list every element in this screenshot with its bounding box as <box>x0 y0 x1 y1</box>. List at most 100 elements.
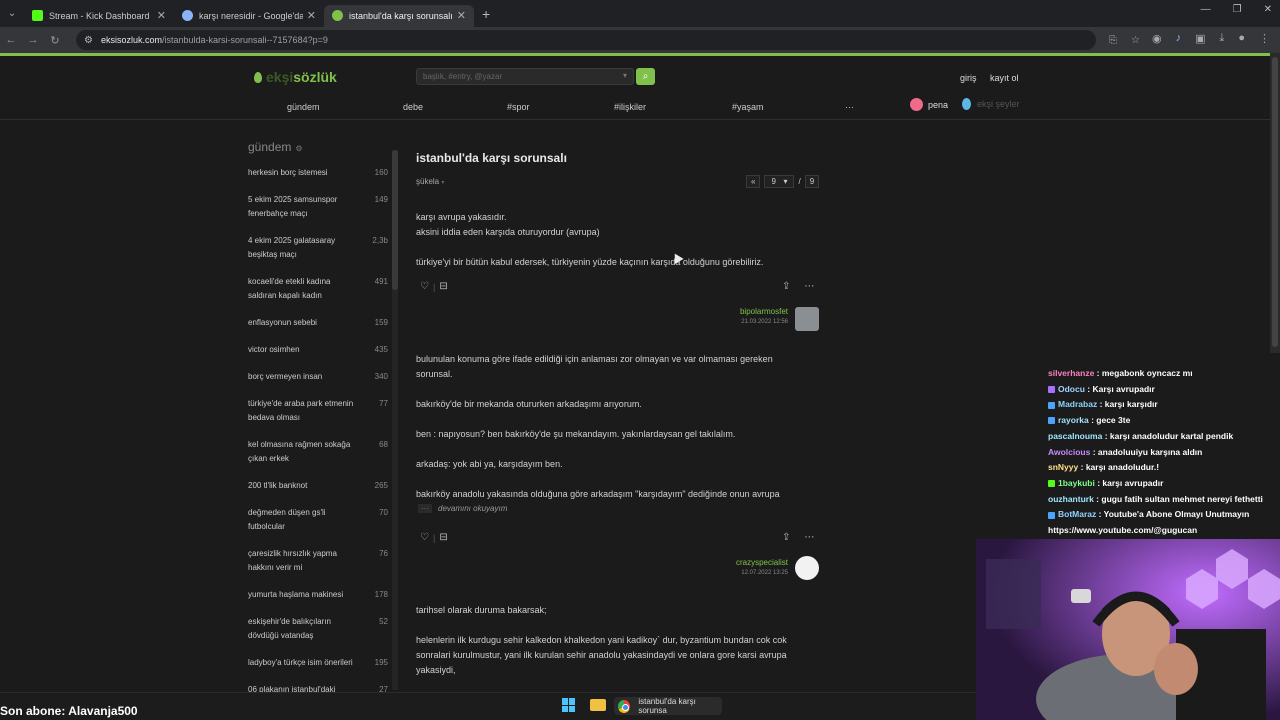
author-name[interactable]: bipolarmosfet <box>648 307 788 316</box>
dislike-icon[interactable]: ⊟ <box>439 281 447 292</box>
extension-icon[interactable]: ◉ <box>1152 32 1162 45</box>
heart-icon[interactable]: ♡ <box>420 281 429 292</box>
sidebar-topic-item[interactable]: 200 tl'lik banknot 265 <box>248 479 388 493</box>
audio-icon[interactable]: ♪ <box>1176 32 1182 45</box>
close-window-icon[interactable]: ✕ <box>1264 4 1272 15</box>
nav-iliskiler[interactable]: #ilişkiler <box>614 102 646 112</box>
entry-line: aksini iddia eden karşıda oturuyordur (a… <box>416 227 600 237</box>
sidebar-topic-item[interactable]: çaresizlik hırsızlık yapma hakkını verir… <box>248 547 388 575</box>
page-scrollbar[interactable] <box>1270 53 1280 353</box>
screen: ⌄ Stream - Kick Dashboard ✕ karşı neresi… <box>0 0 1280 720</box>
dislike-icon[interactable]: ⊟ <box>439 532 447 543</box>
minimize-icon[interactable]: — <box>1201 4 1211 15</box>
sidebar-topic-item[interactable]: yumurta haşlama makinesi 178 <box>248 588 388 602</box>
close-tab-icon[interactable]: ✕ <box>457 9 466 22</box>
maximize-icon[interactable]: ❐ <box>1233 4 1242 15</box>
sidebar-scrollbar[interactable] <box>392 150 398 690</box>
search-dropdown-icon[interactable]: ▾ <box>623 71 627 80</box>
chat-message: silverhanze : megabonk oyncacz mı <box>1048 366 1280 382</box>
eksi-seyler-icon <box>962 98 971 110</box>
heart-icon[interactable]: ♡ <box>420 532 429 543</box>
entry-2-tools: ⇪ ⋯ <box>782 532 814 543</box>
page-scrollbar-thumb[interactable] <box>1272 57 1278 347</box>
sidebar-topic-item[interactable]: kel olmasına rağmen sokağa çıkan erkek 68 <box>248 438 388 466</box>
eksi-seyler-link[interactable]: ekşi şeyler <box>962 98 1020 110</box>
nav-gundem[interactable]: gündem <box>287 102 320 112</box>
chat-badge-icon <box>1048 417 1055 425</box>
pena-icon <box>910 98 923 111</box>
sidebar-topic-item[interactable]: ladyboy'a türkçe isim önerileri 195 <box>248 656 388 670</box>
author-name[interactable]: crazyspecialist <box>648 558 788 567</box>
nav-yasam[interactable]: #yaşam <box>732 102 764 112</box>
last-page-button[interactable]: 9 <box>804 175 820 188</box>
sidebar-topic-item[interactable]: 5 ekim 2025 samsunspor fenerbahçe maçı 14… <box>248 193 388 221</box>
new-tab-icon[interactable]: + <box>482 6 490 22</box>
chat-text: karşı anadoludur.! <box>1085 462 1160 473</box>
address-bar[interactable]: ⚙ eksisozluk.com/istanbulda-karsi-soruns… <box>76 30 1096 50</box>
sidebar-topic-item[interactable]: değmeden düşen gs'li futbolcular 70 <box>248 506 388 534</box>
tab-google-search[interactable]: karşı neresidir - Google'da Ara ✕ <box>174 5 324 27</box>
share-icon[interactable]: ⇪ <box>782 281 790 292</box>
reload-icon[interactable]: ↻ <box>44 34 66 47</box>
topic-label: kel olmasına rağmen sokağa çıkan erkek <box>248 440 351 463</box>
sidebar-topic-item[interactable]: enflasyonun sebebi 159 <box>248 316 388 330</box>
sidebar-topic-item[interactable]: victor osimhen 435 <box>248 343 388 357</box>
entry-date[interactable]: 12.07.2022 13:25 <box>648 570 788 576</box>
sidebar-topic-item[interactable]: borç vermeyen insan 340 <box>248 370 388 384</box>
more-dots-icon[interactable]: ⋯ <box>804 281 814 292</box>
entry-2-vote-actions: ♡ | ⊟ <box>420 532 448 543</box>
prev-page-button[interactable]: « <box>746 175 761 188</box>
sidebar-topic-item[interactable]: kocaeli'de etekli kadına saldıran kapalı… <box>248 275 388 303</box>
nav-debe[interactable]: debe <box>403 102 423 112</box>
scrollbar-thumb[interactable] <box>392 150 398 290</box>
chat-message: rayorka : gece 3te <box>1048 413 1280 429</box>
author-avatar[interactable] <box>795 307 819 331</box>
topic-label: 4 ekim 2025 galatasaray beşiktaş maçı <box>248 236 336 259</box>
windows-start-icon[interactable] <box>562 698 576 712</box>
close-tab-icon[interactable]: ✕ <box>157 9 166 22</box>
file-explorer-icon[interactable] <box>590 699 606 711</box>
back-icon[interactable]: ← <box>0 34 22 46</box>
pena-link[interactable]: pena <box>910 98 948 111</box>
entry-line: arkadaş: yok abi ya, karşıdayım ben. <box>416 459 563 469</box>
browser-tab-bar: ⌄ Stream - Kick Dashboard ✕ karşı neresi… <box>0 0 1280 27</box>
topic-title[interactable]: istanbul'da karşı sorunsalı <box>416 151 567 165</box>
gear-icon[interactable]: ⚙ <box>295 144 302 153</box>
more-dots-icon[interactable]: ⋯ <box>804 532 814 543</box>
search-button[interactable]: ⌕ <box>636 68 655 85</box>
read-more-link[interactable]: ··· devamını okuyayım <box>418 504 507 513</box>
search-input[interactable]: başlık, #entry, @yazar ▾ <box>416 68 634 85</box>
tab-search-icon[interactable]: ⌄ <box>0 0 24 27</box>
sukela-filter[interactable]: şükela ▾ <box>416 177 444 186</box>
install-icon[interactable]: ⎘ <box>1109 35 1117 46</box>
sidebar-topic-item[interactable]: 4 ekim 2025 galatasaray beşiktaş maçı 2,3… <box>248 234 388 262</box>
topic-count: 76 <box>379 549 388 558</box>
forward-icon[interactable]: → <box>22 34 44 46</box>
register-link[interactable]: kayıt ol <box>990 73 1019 83</box>
nav-spor[interactable]: #spor <box>507 102 530 112</box>
login-link[interactable]: giriş <box>960 73 977 83</box>
topic-label: victor osimhen <box>248 345 300 354</box>
close-tab-icon[interactable]: ✕ <box>307 9 316 22</box>
chat-badge-icon <box>1048 511 1055 519</box>
nav-more[interactable]: ··· <box>845 102 854 112</box>
tab-eksisozluk[interactable]: istanbul'da karşı sorunsalı - şa ✕ <box>324 4 474 27</box>
site-info-icon[interactable]: ⚙ <box>84 35 93 46</box>
page-select[interactable]: 9 ▾ <box>764 175 795 188</box>
extensions-puzzle-icon[interactable]: ▣ <box>1195 32 1205 45</box>
sidebar-topic-item[interactable]: türkiye'de araba park etmenin bedava olm… <box>248 397 388 425</box>
site-logo[interactable]: ekşi sözlük <box>254 69 337 85</box>
sidebar-topic-item[interactable]: eskişehir'de balıkçıların dövdüğü vatand… <box>248 615 388 643</box>
bookmark-star-icon[interactable]: ☆ <box>1131 35 1140 46</box>
share-icon[interactable]: ⇪ <box>782 532 790 543</box>
taskbar-chrome-button[interactable]: istanbul'da karşı sorunsa <box>614 697 722 715</box>
entry-line-blank <box>416 618 816 633</box>
entry-date[interactable]: 21.03.2022 12:56 <box>648 319 788 325</box>
menu-kebab-icon[interactable]: ⋮ <box>1259 32 1270 45</box>
profile-avatar-icon[interactable]: ● <box>1238 32 1245 45</box>
author-avatar[interactable] <box>795 556 819 580</box>
tab-kick-dashboard[interactable]: Stream - Kick Dashboard ✕ <box>24 5 174 27</box>
chat-separator: : <box>1094 368 1102 378</box>
sidebar-topic-item[interactable]: herkesin borç istemesi 160 <box>248 166 388 180</box>
download-icon[interactable]: ⤓ <box>1219 32 1224 45</box>
